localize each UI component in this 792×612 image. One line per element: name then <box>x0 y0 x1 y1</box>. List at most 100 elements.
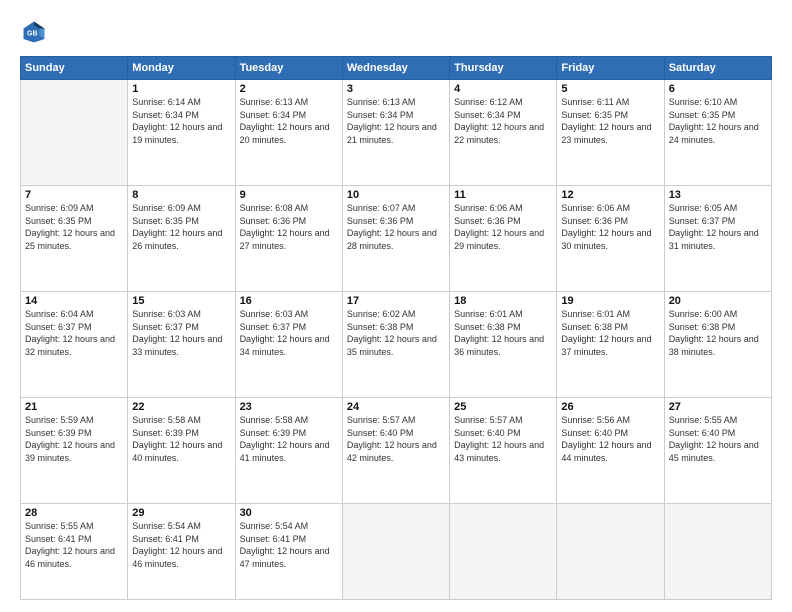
day-number: 14 <box>25 295 123 307</box>
day-info: Sunrise: 6:11 AMSunset: 6:35 PMDaylight:… <box>561 96 659 146</box>
day-number: 27 <box>669 401 767 413</box>
page: GB SundayMondayTuesdayWednesdayThursdayF… <box>0 0 792 612</box>
day-number: 2 <box>240 83 338 95</box>
day-number: 9 <box>240 189 338 201</box>
day-info: Sunrise: 5:56 AMSunset: 6:40 PMDaylight:… <box>561 414 659 464</box>
header: GB <box>20 18 772 46</box>
day-cell: 24Sunrise: 5:57 AMSunset: 6:40 PMDayligh… <box>342 398 449 504</box>
day-cell: 22Sunrise: 5:58 AMSunset: 6:39 PMDayligh… <box>128 398 235 504</box>
col-header-thursday: Thursday <box>450 57 557 80</box>
day-cell: 8Sunrise: 6:09 AMSunset: 6:35 PMDaylight… <box>128 186 235 292</box>
col-header-wednesday: Wednesday <box>342 57 449 80</box>
day-cell: 6Sunrise: 6:10 AMSunset: 6:35 PMDaylight… <box>664 80 771 186</box>
day-cell: 18Sunrise: 6:01 AMSunset: 6:38 PMDayligh… <box>450 292 557 398</box>
day-number: 3 <box>347 83 445 95</box>
day-number: 18 <box>454 295 552 307</box>
day-cell: 12Sunrise: 6:06 AMSunset: 6:36 PMDayligh… <box>557 186 664 292</box>
day-cell: 28Sunrise: 5:55 AMSunset: 6:41 PMDayligh… <box>21 504 128 600</box>
week-row-4: 21Sunrise: 5:59 AMSunset: 6:39 PMDayligh… <box>21 398 772 504</box>
week-row-3: 14Sunrise: 6:04 AMSunset: 6:37 PMDayligh… <box>21 292 772 398</box>
day-number: 15 <box>132 295 230 307</box>
day-cell: 14Sunrise: 6:04 AMSunset: 6:37 PMDayligh… <box>21 292 128 398</box>
day-cell: 3Sunrise: 6:13 AMSunset: 6:34 PMDaylight… <box>342 80 449 186</box>
day-number: 11 <box>454 189 552 201</box>
day-number: 30 <box>240 507 338 519</box>
day-cell: 16Sunrise: 6:03 AMSunset: 6:37 PMDayligh… <box>235 292 342 398</box>
day-cell <box>664 504 771 600</box>
day-number: 6 <box>669 83 767 95</box>
day-info: Sunrise: 6:08 AMSunset: 6:36 PMDaylight:… <box>240 202 338 252</box>
day-number: 29 <box>132 507 230 519</box>
day-cell <box>450 504 557 600</box>
day-number: 1 <box>132 83 230 95</box>
day-cell: 9Sunrise: 6:08 AMSunset: 6:36 PMDaylight… <box>235 186 342 292</box>
day-number: 26 <box>561 401 659 413</box>
day-cell: 29Sunrise: 5:54 AMSunset: 6:41 PMDayligh… <box>128 504 235 600</box>
day-info: Sunrise: 5:54 AMSunset: 6:41 PMDaylight:… <box>132 520 230 570</box>
day-cell: 26Sunrise: 5:56 AMSunset: 6:40 PMDayligh… <box>557 398 664 504</box>
day-info: Sunrise: 6:00 AMSunset: 6:38 PMDaylight:… <box>669 308 767 358</box>
day-cell: 11Sunrise: 6:06 AMSunset: 6:36 PMDayligh… <box>450 186 557 292</box>
day-number: 8 <box>132 189 230 201</box>
day-cell: 17Sunrise: 6:02 AMSunset: 6:38 PMDayligh… <box>342 292 449 398</box>
day-number: 19 <box>561 295 659 307</box>
day-info: Sunrise: 5:58 AMSunset: 6:39 PMDaylight:… <box>240 414 338 464</box>
day-info: Sunrise: 5:57 AMSunset: 6:40 PMDaylight:… <box>454 414 552 464</box>
day-cell: 1Sunrise: 6:14 AMSunset: 6:34 PMDaylight… <box>128 80 235 186</box>
day-number: 4 <box>454 83 552 95</box>
day-number: 12 <box>561 189 659 201</box>
day-cell: 20Sunrise: 6:00 AMSunset: 6:38 PMDayligh… <box>664 292 771 398</box>
col-header-friday: Friday <box>557 57 664 80</box>
day-info: Sunrise: 5:54 AMSunset: 6:41 PMDaylight:… <box>240 520 338 570</box>
day-info: Sunrise: 6:09 AMSunset: 6:35 PMDaylight:… <box>132 202 230 252</box>
day-number: 25 <box>454 401 552 413</box>
col-header-monday: Monday <box>128 57 235 80</box>
day-info: Sunrise: 6:05 AMSunset: 6:37 PMDaylight:… <box>669 202 767 252</box>
day-cell: 30Sunrise: 5:54 AMSunset: 6:41 PMDayligh… <box>235 504 342 600</box>
logo: GB <box>20 18 52 46</box>
day-cell: 5Sunrise: 6:11 AMSunset: 6:35 PMDaylight… <box>557 80 664 186</box>
day-cell: 10Sunrise: 6:07 AMSunset: 6:36 PMDayligh… <box>342 186 449 292</box>
day-info: Sunrise: 6:13 AMSunset: 6:34 PMDaylight:… <box>347 96 445 146</box>
day-cell: 21Sunrise: 5:59 AMSunset: 6:39 PMDayligh… <box>21 398 128 504</box>
day-number: 5 <box>561 83 659 95</box>
day-info: Sunrise: 6:01 AMSunset: 6:38 PMDaylight:… <box>454 308 552 358</box>
day-info: Sunrise: 6:06 AMSunset: 6:36 PMDaylight:… <box>454 202 552 252</box>
day-number: 13 <box>669 189 767 201</box>
day-info: Sunrise: 5:57 AMSunset: 6:40 PMDaylight:… <box>347 414 445 464</box>
day-cell: 4Sunrise: 6:12 AMSunset: 6:34 PMDaylight… <box>450 80 557 186</box>
week-row-5: 28Sunrise: 5:55 AMSunset: 6:41 PMDayligh… <box>21 504 772 600</box>
day-number: 16 <box>240 295 338 307</box>
day-number: 7 <box>25 189 123 201</box>
day-number: 10 <box>347 189 445 201</box>
logo-icon: GB <box>20 18 48 46</box>
day-cell <box>342 504 449 600</box>
calendar: SundayMondayTuesdayWednesdayThursdayFrid… <box>20 56 772 600</box>
day-info: Sunrise: 6:01 AMSunset: 6:38 PMDaylight:… <box>561 308 659 358</box>
day-cell: 19Sunrise: 6:01 AMSunset: 6:38 PMDayligh… <box>557 292 664 398</box>
day-cell: 23Sunrise: 5:58 AMSunset: 6:39 PMDayligh… <box>235 398 342 504</box>
day-number: 22 <box>132 401 230 413</box>
day-cell: 7Sunrise: 6:09 AMSunset: 6:35 PMDaylight… <box>21 186 128 292</box>
day-info: Sunrise: 5:55 AMSunset: 6:40 PMDaylight:… <box>669 414 767 464</box>
day-info: Sunrise: 6:09 AMSunset: 6:35 PMDaylight:… <box>25 202 123 252</box>
week-row-1: 1Sunrise: 6:14 AMSunset: 6:34 PMDaylight… <box>21 80 772 186</box>
day-cell: 15Sunrise: 6:03 AMSunset: 6:37 PMDayligh… <box>128 292 235 398</box>
day-cell <box>21 80 128 186</box>
day-number: 17 <box>347 295 445 307</box>
svg-text:GB: GB <box>27 31 38 38</box>
day-number: 23 <box>240 401 338 413</box>
day-info: Sunrise: 6:02 AMSunset: 6:38 PMDaylight:… <box>347 308 445 358</box>
day-number: 28 <box>25 507 123 519</box>
day-info: Sunrise: 6:03 AMSunset: 6:37 PMDaylight:… <box>132 308 230 358</box>
day-info: Sunrise: 6:12 AMSunset: 6:34 PMDaylight:… <box>454 96 552 146</box>
day-cell: 25Sunrise: 5:57 AMSunset: 6:40 PMDayligh… <box>450 398 557 504</box>
day-info: Sunrise: 6:10 AMSunset: 6:35 PMDaylight:… <box>669 96 767 146</box>
day-cell <box>557 504 664 600</box>
day-info: Sunrise: 6:07 AMSunset: 6:36 PMDaylight:… <box>347 202 445 252</box>
col-header-tuesday: Tuesday <box>235 57 342 80</box>
week-row-2: 7Sunrise: 6:09 AMSunset: 6:35 PMDaylight… <box>21 186 772 292</box>
day-header-row: SundayMondayTuesdayWednesdayThursdayFrid… <box>21 57 772 80</box>
col-header-saturday: Saturday <box>664 57 771 80</box>
day-info: Sunrise: 6:14 AMSunset: 6:34 PMDaylight:… <box>132 96 230 146</box>
